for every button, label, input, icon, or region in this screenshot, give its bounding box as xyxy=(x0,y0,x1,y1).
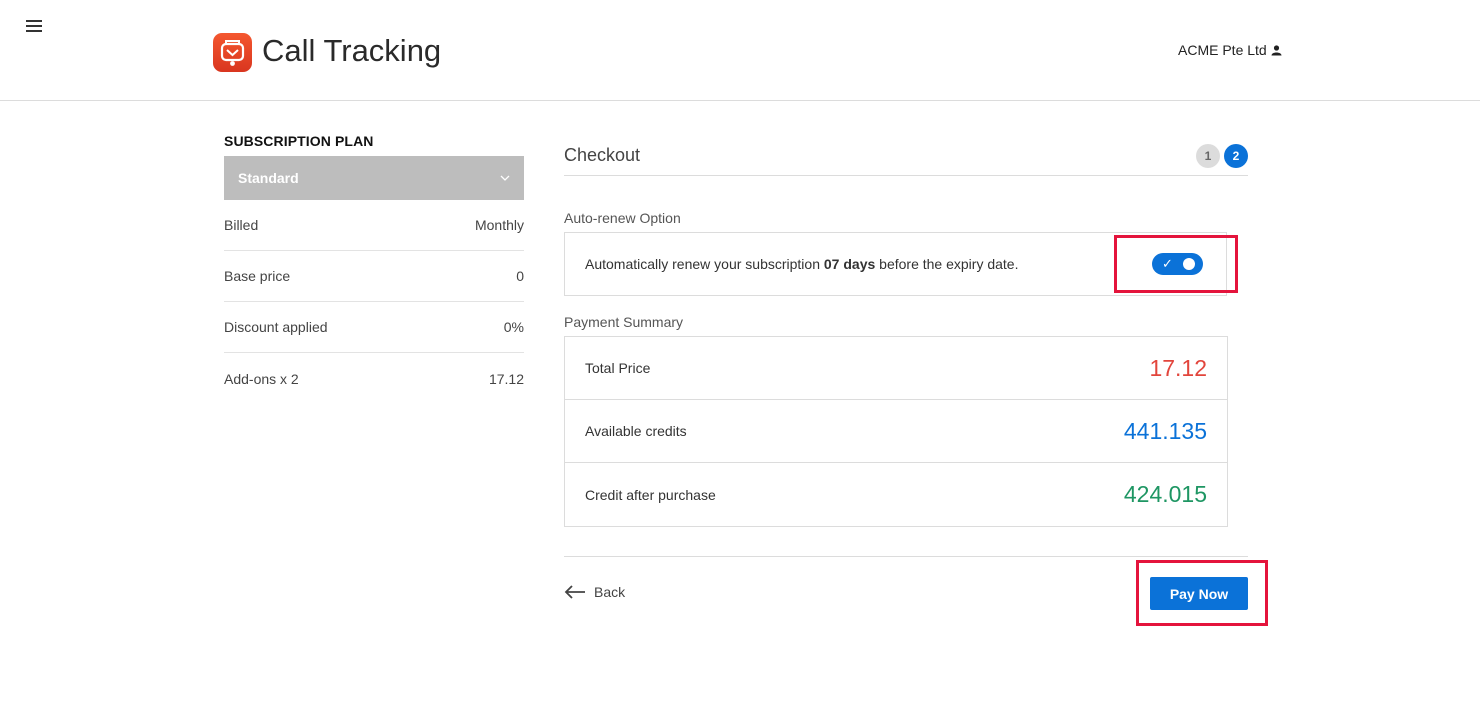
plan-row-label: Base price xyxy=(224,268,291,284)
hamburger-menu-icon[interactable] xyxy=(26,20,42,33)
back-button[interactable]: Back xyxy=(564,584,625,600)
summary-label: Total Price xyxy=(585,360,651,376)
step-indicator: 1 2 xyxy=(1196,144,1248,168)
plan-row-value: 0% xyxy=(503,319,524,335)
account-menu[interactable]: ACME Pte Ltd xyxy=(1178,42,1282,58)
payment-summary-label: Payment Summary xyxy=(564,314,684,330)
back-label: Back xyxy=(594,584,626,600)
auto-renew-text-end: before the expiry date. xyxy=(875,256,1019,272)
summary-label: Available credits xyxy=(585,423,687,439)
app-title: Call Tracking xyxy=(262,33,442,68)
step-1[interactable]: 1 xyxy=(1196,144,1220,168)
arrow-left-icon xyxy=(564,585,585,599)
summary-row-available: Available credits 441.135 xyxy=(565,400,1227,463)
summary-value-available: 441.135 xyxy=(1123,417,1207,444)
plan-row-value: Monthly xyxy=(474,217,524,233)
plan-row-label: Discount applied xyxy=(224,319,328,335)
checkout-panel: Checkout 1 2 Auto-renew Option Automatic… xyxy=(564,140,1268,626)
summary-row-total: Total Price 17.12 xyxy=(565,337,1227,400)
auto-renew-days: 07 days xyxy=(823,256,876,272)
plan-select-value: Standard xyxy=(238,170,299,186)
plan-row-billed: Billed Monthly xyxy=(224,200,524,251)
plan-row-discount: Discount applied 0% xyxy=(224,302,524,353)
pay-highlight-box xyxy=(1136,560,1268,626)
footer-divider xyxy=(564,556,1248,557)
summary-row-after: Credit after purchase 424.015 xyxy=(565,463,1227,526)
logo-icon xyxy=(220,40,245,66)
plan-row-value: 17.12 xyxy=(488,370,524,387)
summary-value-total: 17.12 xyxy=(1149,354,1207,381)
auto-renew-label: Auto-renew Option xyxy=(564,210,681,226)
plan-row-label: Add-ons x 2 xyxy=(224,370,299,387)
summary-label: Credit after purchase xyxy=(585,486,716,503)
plan-row-addons: Add-ons x 2 17.12 xyxy=(224,353,524,404)
plan-row-value: 0 xyxy=(516,268,524,284)
plan-row-base-price: Base price 0 xyxy=(224,251,524,302)
payment-summary-table: Total Price 17.12 Available credits 441.… xyxy=(564,336,1228,527)
step-2[interactable]: 2 xyxy=(1224,144,1248,168)
checkout-title: Checkout xyxy=(564,145,641,165)
checkout-header: Checkout 1 2 xyxy=(564,140,1248,176)
auto-renew-text-start: Automatically renew your subscription xyxy=(585,256,824,272)
toggle-highlight-box xyxy=(1114,235,1238,293)
account-name: ACME Pte Ltd xyxy=(1178,42,1267,58)
chevron-down-icon xyxy=(500,175,510,181)
plan-row-label: Billed xyxy=(224,217,259,233)
call-tracking-logo xyxy=(213,33,252,72)
plan-heading: SUBSCRIPTION PLAN xyxy=(224,133,374,149)
auto-renew-text: Automatically renew your subscription 07… xyxy=(585,256,1018,272)
plan-select[interactable]: Standard xyxy=(224,156,524,200)
top-bar: Call Tracking ACME Pte Ltd xyxy=(0,0,1480,101)
subscription-plan-panel: SUBSCRIPTION PLAN Standard Billed Monthl… xyxy=(224,131,524,404)
summary-value-after: 424.015 xyxy=(1123,481,1207,507)
user-icon xyxy=(1271,44,1282,55)
